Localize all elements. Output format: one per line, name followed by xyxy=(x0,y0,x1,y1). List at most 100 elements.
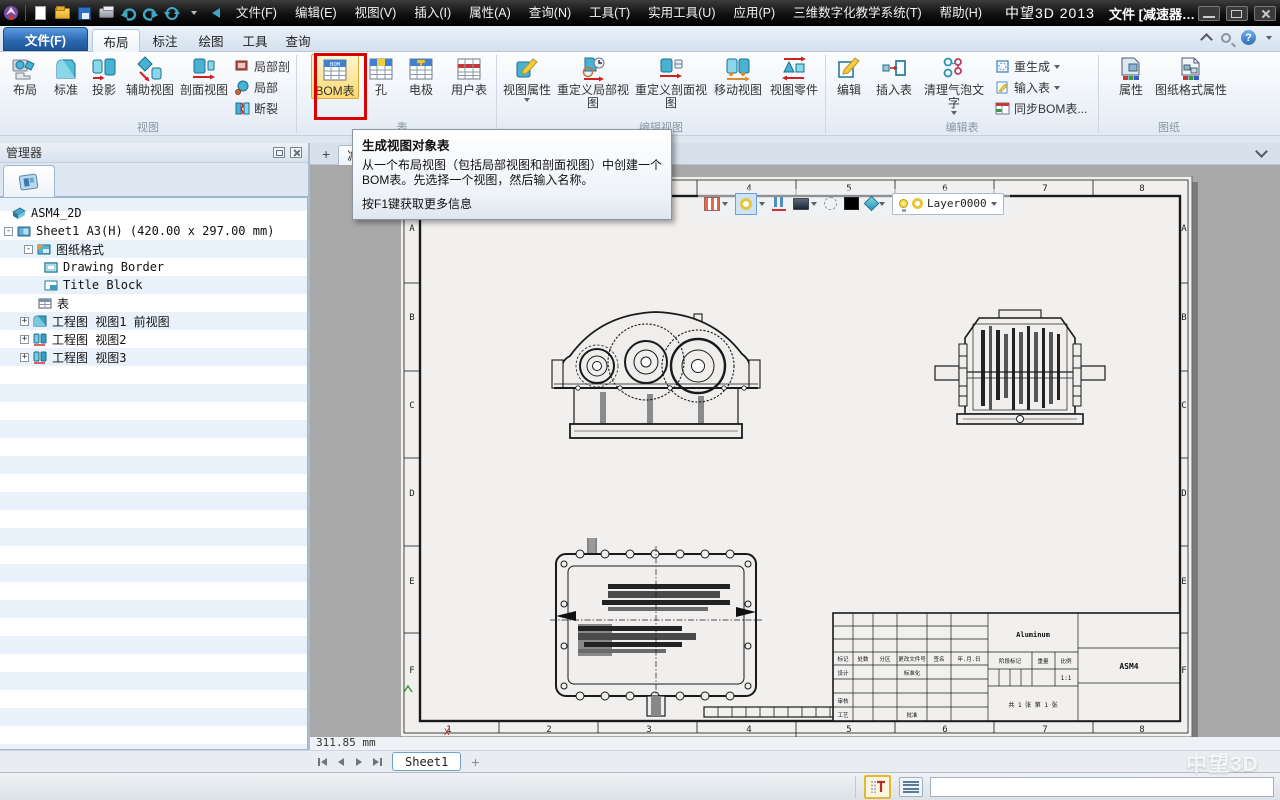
menu-edit[interactable]: 编辑(E) xyxy=(286,0,346,26)
tree-item-view2[interactable]: + 工程图 视图2 xyxy=(0,330,307,348)
import-table-caret-icon[interactable] xyxy=(1054,86,1060,90)
redo-icon[interactable] xyxy=(141,4,159,22)
tree-item-root[interactable]: ASM4_2D xyxy=(0,204,307,222)
standard-view-button[interactable]: 标准 xyxy=(47,54,85,97)
quick-access-caret-icon[interactable] xyxy=(185,4,203,22)
tree-item-view3[interactable]: + 工程图 视图3 xyxy=(0,348,307,366)
clean-balloon-caret-icon[interactable] xyxy=(951,111,957,115)
filter-toggle-button[interactable]: Sheet1 xyxy=(864,775,891,799)
tree-item-view1[interactable]: + 工程图 视图1 前视图 xyxy=(0,312,307,330)
wireframe-control[interactable] xyxy=(824,197,837,210)
collapse-ribbon-icon[interactable] xyxy=(1200,33,1213,46)
clean-balloon-text-button[interactable]: 清理气泡文字 xyxy=(919,54,989,115)
detail-view-button[interactable]: 局部 xyxy=(235,78,293,97)
tree-item-drawing-border[interactable]: Drawing Border xyxy=(0,258,307,276)
sync-bom-button[interactable]: 同步BOM表... xyxy=(995,99,1095,118)
tab-layout[interactable]: 布局 xyxy=(92,29,140,52)
manager-close-icon[interactable] xyxy=(290,147,302,158)
layer-selector[interactable]: Layer0000 xyxy=(892,193,1004,215)
attributes-button[interactable]: 属性 xyxy=(1109,54,1153,97)
menu-tools[interactable]: 工具(T) xyxy=(580,0,639,26)
command-input[interactable] xyxy=(930,777,1274,797)
broken-section-button[interactable]: 局部剖 xyxy=(235,57,293,76)
refresh-icon[interactable] xyxy=(163,4,181,22)
first-sheet-button[interactable] xyxy=(316,755,330,769)
tree-expander[interactable]: + xyxy=(20,317,29,326)
shading-control[interactable] xyxy=(866,198,885,209)
hole-table-button[interactable]: 孔 xyxy=(365,54,397,97)
minimize-button[interactable] xyxy=(1198,6,1220,21)
new-file-icon[interactable] xyxy=(31,4,49,22)
tree-item-sheet1[interactable]: - Sheet1 A3(H) (420.00 x 297.00 mm) xyxy=(0,222,307,240)
menu-utilities[interactable]: 实用工具(U) xyxy=(639,0,724,26)
projection-button[interactable]: 投影 xyxy=(85,54,123,97)
close-button[interactable] xyxy=(1254,6,1276,21)
tab-annotation[interactable]: 标注 xyxy=(143,29,187,52)
restore-button[interactable] xyxy=(1226,6,1248,21)
display-mode-control[interactable] xyxy=(793,198,817,210)
last-sheet-button[interactable] xyxy=(370,755,384,769)
view-parts-button[interactable]: 视图零件 xyxy=(766,54,822,97)
drawing-canvas[interactable]: ABCDEF ABCDEF 12345678 12345678 X xyxy=(310,165,1280,737)
undo-icon[interactable] xyxy=(119,4,137,22)
redefine-section-view-button[interactable]: 重定义剖面视图 xyxy=(632,54,710,110)
highlight-style-control[interactable] xyxy=(735,193,765,215)
tree-item-sheet-format[interactable]: - 图纸格式 xyxy=(0,240,307,258)
tab-inquire[interactable]: 查询 xyxy=(278,29,318,52)
view-attributes-caret-icon[interactable] xyxy=(524,98,530,102)
tree-expander[interactable]: - xyxy=(24,245,33,254)
output-list-button[interactable] xyxy=(899,777,923,797)
manager-tree-tab[interactable] xyxy=(3,165,55,197)
file-menu-button[interactable]: 文件(F) xyxy=(3,27,88,51)
tab-tools[interactable]: 工具 xyxy=(235,29,275,52)
color-swatch-control[interactable] xyxy=(844,197,859,210)
layout-button[interactable]: 布局 xyxy=(3,54,47,97)
back-icon[interactable] xyxy=(207,4,225,22)
menu-attributes[interactable]: 属性(A) xyxy=(460,0,520,26)
top-view-drawing[interactable] xyxy=(550,538,762,716)
menu-view[interactable]: 视图(V) xyxy=(346,0,406,26)
clip-plane-control[interactable] xyxy=(772,197,786,211)
insert-table-button[interactable]: 插入表 xyxy=(869,54,919,97)
tree-expander[interactable]: + xyxy=(20,335,29,344)
add-sheet-button[interactable]: + xyxy=(471,754,479,770)
save-icon[interactable] xyxy=(75,4,93,22)
tree-item-title-block[interactable]: Title Block xyxy=(0,276,307,294)
regenerate-button[interactable]: 重生成 xyxy=(995,57,1095,76)
search-icon[interactable] xyxy=(1221,33,1231,43)
regenerate-caret-icon[interactable] xyxy=(1054,65,1060,69)
menu-help[interactable]: 帮助(H) xyxy=(931,0,991,26)
edit-button[interactable]: 编辑 xyxy=(829,54,869,97)
tab-drawing[interactable]: 绘图 xyxy=(190,29,232,52)
help-caret-icon[interactable] xyxy=(1266,36,1272,40)
prev-sheet-button[interactable] xyxy=(334,755,348,769)
menu-file[interactable]: 文件(F) xyxy=(227,0,286,26)
import-table-button[interactable]: 输入表 xyxy=(995,78,1095,97)
collapse-toolbar-icon[interactable] xyxy=(1255,145,1268,158)
auxiliary-view-button[interactable]: 辅助视图 xyxy=(123,54,177,97)
help-icon[interactable]: ? xyxy=(1241,30,1256,45)
add-document-tab-button[interactable]: + xyxy=(322,146,330,162)
redefine-detail-view-button[interactable]: 重定义局部视图 xyxy=(554,54,632,110)
section-view-button[interactable]: 剖面视图 xyxy=(177,54,231,97)
menu-inquire[interactable]: 查询(N) xyxy=(520,0,580,26)
hatch-style-control[interactable] xyxy=(704,197,728,211)
electrode-table-button[interactable]: 电极 xyxy=(401,54,441,97)
print-icon[interactable] xyxy=(97,4,115,22)
open-file-icon[interactable] xyxy=(53,4,71,22)
sheet-tab[interactable]: Sheet1 xyxy=(392,752,461,771)
tree-expander[interactable]: + xyxy=(20,353,29,362)
user-table-button[interactable]: 用户表 xyxy=(445,54,493,97)
tree-item-table[interactable]: 表 xyxy=(0,294,307,312)
sheet-format-attributes-button[interactable]: 图纸格式属性 xyxy=(1153,54,1229,97)
view-attributes-button[interactable]: 视图属性 xyxy=(500,54,554,102)
broken-view-button[interactable]: 断裂 xyxy=(235,99,293,118)
next-sheet-button[interactable] xyxy=(352,755,366,769)
menu-education-system[interactable]: 三维数字化教学系统(T) xyxy=(784,0,930,26)
layer-caret-icon[interactable] xyxy=(991,202,997,206)
manager-restore-icon[interactable] xyxy=(273,147,285,158)
tree-expander[interactable]: - xyxy=(4,227,13,236)
menu-insert[interactable]: 插入(I) xyxy=(405,0,460,26)
menu-applications[interactable]: 应用(P) xyxy=(724,0,784,26)
layer-visibility-bulb-icon[interactable] xyxy=(899,199,908,208)
